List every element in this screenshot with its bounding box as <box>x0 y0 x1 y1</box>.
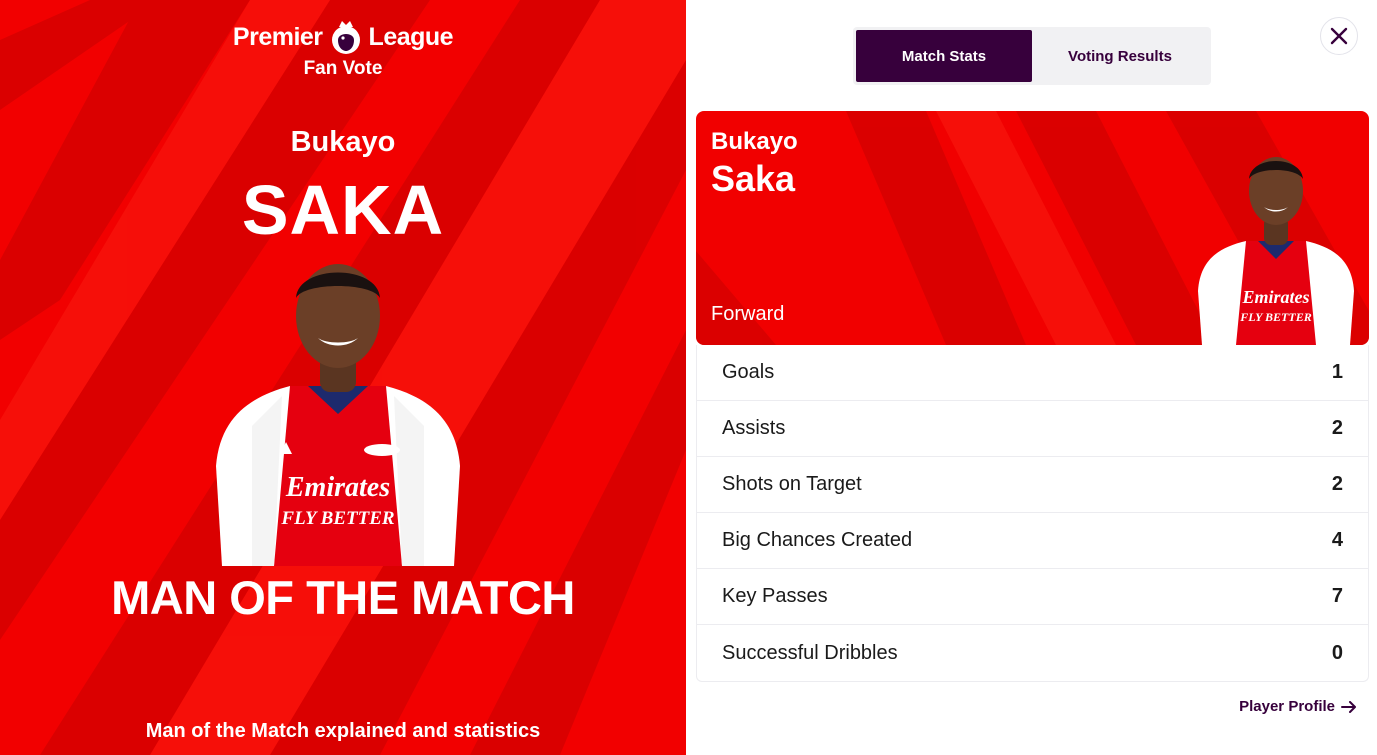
player-profile-link[interactable]: Player Profile <box>1239 698 1357 715</box>
stat-row-successful-dribbles: Successful Dribbles 0 <box>697 625 1368 681</box>
card-first-name: Bukayo <box>711 128 798 155</box>
stat-value: 7 <box>1331 585 1343 607</box>
stat-value: 0 <box>1331 641 1343 664</box>
stat-row-big-chances-created: Big Chances Created 4 <box>697 513 1368 569</box>
stat-value: 1 <box>1331 361 1343 383</box>
stats-table: Goals 1 Assists 2 Shots on Target 2 Big … <box>696 345 1369 682</box>
motm-hero-panel: Premier League Fan Vote Bukayo SAKA Emir… <box>0 0 686 755</box>
svg-text:Emirates: Emirates <box>285 472 390 503</box>
tab-bar: Match Stats Voting Results <box>853 27 1211 85</box>
tab-match-stats[interactable]: Match Stats <box>856 30 1032 82</box>
stat-row-key-passes: Key Passes 7 <box>697 569 1368 625</box>
fan-vote-label: Fan Vote <box>303 58 383 79</box>
stat-row-assists: Assists 2 <box>697 401 1368 457</box>
motm-explained-link[interactable]: Man of the Match explained and statistic… <box>0 720 686 743</box>
logo-word-league: League <box>368 22 454 51</box>
player-card: Bukayo Saka Forward Emirates FLY BETTER <box>696 111 1369 345</box>
man-of-the-match-title: MAN OF THE MATCH <box>111 571 575 624</box>
stat-label: Assists <box>722 417 786 439</box>
stat-row-shots-on-target: Shots on Target 2 <box>697 457 1368 513</box>
card-player-photo: Emirates FLY BETTER <box>1198 157 1354 345</box>
stat-value: 4 <box>1331 529 1343 551</box>
player-first-name: Bukayo <box>290 126 396 158</box>
stat-label: Shots on Target <box>722 473 862 495</box>
stat-label: Successful Dribbles <box>722 641 898 664</box>
stat-label: Key Passes <box>722 585 828 607</box>
svg-text:FLY BETTER: FLY BETTER <box>280 508 394 529</box>
close-icon <box>1330 27 1348 45</box>
player-position: Forward <box>711 303 785 325</box>
card-last-name: Saka <box>711 158 796 199</box>
premier-league-logo: Premier League Fan Vote <box>0 18 686 80</box>
player-last-name: SAKA <box>241 171 445 249</box>
svg-text:FLY BETTER: FLY BETTER <box>1239 310 1311 324</box>
match-stats-panel: Match Stats Voting Results Bukayo Saka F… <box>686 0 1377 755</box>
tab-voting-results[interactable]: Voting Results <box>1032 30 1208 82</box>
player-profile-label: Player Profile <box>1239 698 1335 715</box>
stat-label: Goals <box>722 361 775 383</box>
close-button[interactable] <box>1320 17 1358 55</box>
logo-word-premier: Premier <box>232 22 323 51</box>
player-photo: Emirates FLY BETTER <box>216 264 460 566</box>
premier-league-lion-icon <box>331 21 360 54</box>
stat-value: 2 <box>1331 473 1343 495</box>
stat-value: 2 <box>1331 417 1343 439</box>
stat-row-goals: Goals 1 <box>697 345 1368 401</box>
stat-label: Big Chances Created <box>722 529 913 551</box>
arrow-right-icon <box>1341 700 1356 713</box>
svg-text:Emirates: Emirates <box>1241 287 1309 307</box>
